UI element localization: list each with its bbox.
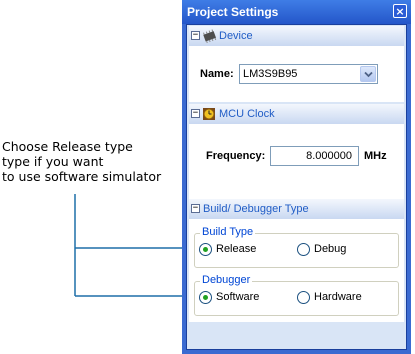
panel-title: Project Settings — [187, 5, 279, 19]
debug-radio[interactable] — [297, 243, 310, 256]
debugger-title: Debugger — [200, 274, 253, 286]
clock-icon — [203, 108, 215, 120]
section-header-mcu-clock[interactable]: − MCU Clock — [189, 104, 404, 124]
section-body-device: Name: LM3S9B95 — [189, 46, 404, 102]
build-type-title: Build Type — [200, 226, 256, 238]
chevron-down-icon[interactable] — [360, 66, 376, 82]
device-name-select[interactable]: LM3S9B95 — [239, 64, 378, 84]
frequency-value: 8.000000 — [306, 150, 352, 162]
software-radio[interactable] — [199, 291, 212, 304]
section-header-device[interactable]: − Device — [189, 26, 404, 46]
debug-radio-label[interactable]: Debug — [314, 243, 346, 255]
hardware-radio[interactable] — [297, 291, 310, 304]
section-label-mcu-clock: MCU Clock — [219, 108, 275, 120]
device-name-value: LM3S9B95 — [243, 68, 298, 80]
frequency-label: Frequency: — [206, 150, 266, 162]
frequency-unit: MHz — [364, 150, 387, 162]
release-radio[interactable] — [199, 243, 212, 256]
section-body-build-debugger: Build Type Release Debug Debugger Softwa… — [189, 219, 404, 322]
software-radio-label[interactable]: Software — [216, 291, 259, 303]
section-label-build-debugger: Build/ Debugger Type — [203, 203, 309, 215]
collapse-toggle-icon[interactable]: − — [191, 109, 200, 118]
collapse-toggle-icon[interactable]: − — [191, 204, 200, 213]
panel-titlebar: Project Settings × — [182, 0, 411, 24]
frequency-input[interactable]: 8.000000 — [270, 146, 359, 166]
panel-content: − Device Name: LM3S9B95 − MCU Clock Freq… — [186, 24, 407, 350]
section-header-build-debugger[interactable]: − Build/ Debugger Type — [189, 199, 404, 219]
hardware-radio-label[interactable]: Hardware — [314, 291, 362, 303]
collapse-toggle-icon[interactable]: − — [191, 31, 200, 40]
section-label-device: Device — [219, 30, 253, 42]
project-settings-panel: Project Settings × − Device Name: LM3S9B… — [182, 0, 411, 354]
release-radio-label[interactable]: Release — [216, 243, 256, 255]
device-name-label: Name: — [200, 68, 234, 80]
close-button[interactable]: × — [393, 4, 407, 18]
chip-icon — [203, 29, 217, 44]
section-body-mcu-clock: Frequency: 8.000000 MHz — [189, 124, 404, 200]
